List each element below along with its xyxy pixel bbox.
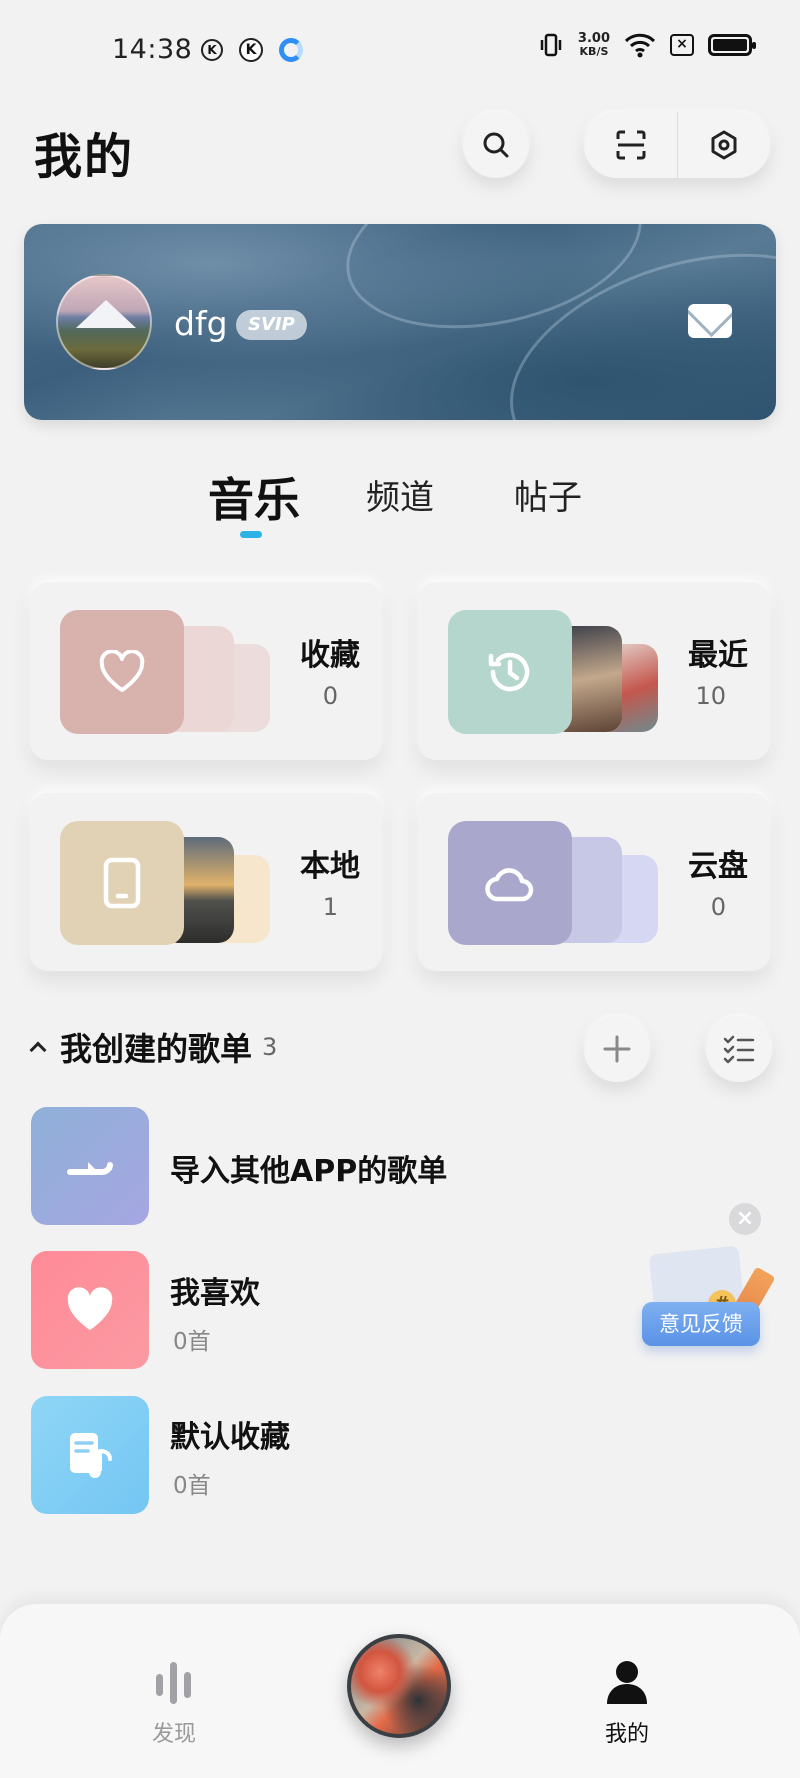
collapse-caret-icon[interactable] <box>29 1041 47 1059</box>
shortcut-label: 最近 <box>688 638 748 673</box>
liked-playlist-cover[interactable] <box>31 1251 149 1369</box>
page-title: 我的 <box>34 129 135 185</box>
scan-icon <box>616 130 645 160</box>
vibrate-icon <box>540 33 562 57</box>
import-arrow-icon <box>67 1162 113 1175</box>
shortcut-count: 1 <box>322 893 338 921</box>
feedback-label[interactable]: 意见反馈 <box>642 1302 760 1346</box>
music-note-doc-icon <box>70 1433 112 1478</box>
header-action-pill <box>584 112 770 178</box>
tab-indicator <box>240 531 262 538</box>
section-count: 3 <box>262 1033 278 1061</box>
nav-mine[interactable]: 我的 <box>577 1658 677 1748</box>
profile-banner[interactable]: dfg SVIP <box>24 224 776 420</box>
shortcut-cloud[interactable]: 云盘 0 <box>418 793 770 971</box>
user-icon <box>607 1661 647 1704</box>
status-bar: 14:38 K K 3.00 KB/S × <box>0 0 800 100</box>
svip-badge[interactable]: SVIP <box>236 310 307 340</box>
playlist-title[interactable]: 我喜欢 <box>170 1268 260 1312</box>
wifi-icon <box>624 33 656 58</box>
shortcut-recent[interactable]: 最近 10 <box>418 582 770 760</box>
search-icon <box>483 132 509 158</box>
content-tabs: 音乐 频道 帖子 <box>0 470 800 540</box>
nav-discover[interactable]: 发现 <box>124 1658 224 1748</box>
default-playlist-cover[interactable] <box>31 1396 149 1514</box>
shortcut-favorites[interactable]: 收藏 0 <box>30 582 382 760</box>
bottom-nav: 发现 我的 <box>0 1604 800 1778</box>
nav-label: 我的 <box>604 1722 649 1747</box>
tab-posts[interactable]: 帖子 <box>514 470 582 519</box>
tab-channel[interactable]: 频道 <box>366 470 434 519</box>
plus-icon <box>603 1035 631 1063</box>
mail-icon[interactable] <box>688 304 732 338</box>
shortcut-label: 云盘 <box>688 849 748 884</box>
username[interactable]: dfg <box>174 304 228 343</box>
shortcut-count: 10 <box>695 682 726 710</box>
shortcut-label: 收藏 <box>300 638 360 673</box>
import-playlist-cover[interactable] <box>31 1107 149 1225</box>
now-playing-disc[interactable] <box>347 1634 451 1738</box>
net-speed: 3.00 KB/S <box>577 31 610 58</box>
playlist-count: 0首 <box>173 1473 211 1499</box>
settings-button[interactable] <box>677 112 770 178</box>
playlist-count: 0首 <box>173 1329 211 1355</box>
playlists-section-header[interactable]: 我创建的歌单 3 <box>29 1024 278 1070</box>
shortcut-count: 0 <box>322 682 338 710</box>
tab-music[interactable]: 音乐 <box>208 464 300 530</box>
status-time: 14:38 <box>112 34 193 65</box>
phone-icon <box>60 821 184 945</box>
status-right-group: 3.00 KB/S × <box>538 31 756 58</box>
clock-icon <box>448 610 572 734</box>
shortcut-local[interactable]: 本地 1 <box>30 793 382 971</box>
cloud-icon <box>448 821 572 945</box>
shortcut-label: 本地 <box>300 849 360 884</box>
add-playlist-button[interactable] <box>584 1016 650 1082</box>
playlist-title[interactable]: 导入其他APP的歌单 <box>170 1146 447 1190</box>
qq-browser-icon <box>279 38 303 62</box>
feedback-widget[interactable]: # 意见反馈 <box>640 1245 776 1354</box>
checklist-icon <box>723 1035 755 1064</box>
heart-icon <box>60 610 184 734</box>
avatar[interactable] <box>56 274 152 370</box>
no-sim-icon: × <box>670 34 694 56</box>
discover-bars-icon <box>156 1662 191 1704</box>
shortcut-count: 0 <box>710 893 726 921</box>
search-button[interactable] <box>463 112 529 178</box>
playlist-title[interactable]: 默认收藏 <box>170 1412 290 1456</box>
section-title: 我创建的歌单 <box>60 1030 253 1068</box>
scan-button[interactable] <box>584 112 677 178</box>
hexagon-settings-icon <box>711 130 736 160</box>
feedback-close-button[interactable]: × <box>729 1203 761 1235</box>
k-app-icon: K <box>201 39 223 61</box>
k-app-icon: K <box>239 38 263 62</box>
nav-label: 发现 <box>151 1722 196 1747</box>
manage-playlists-button[interactable] <box>706 1016 772 1082</box>
heart-icon <box>67 1287 113 1330</box>
battery-icon <box>708 34 756 56</box>
